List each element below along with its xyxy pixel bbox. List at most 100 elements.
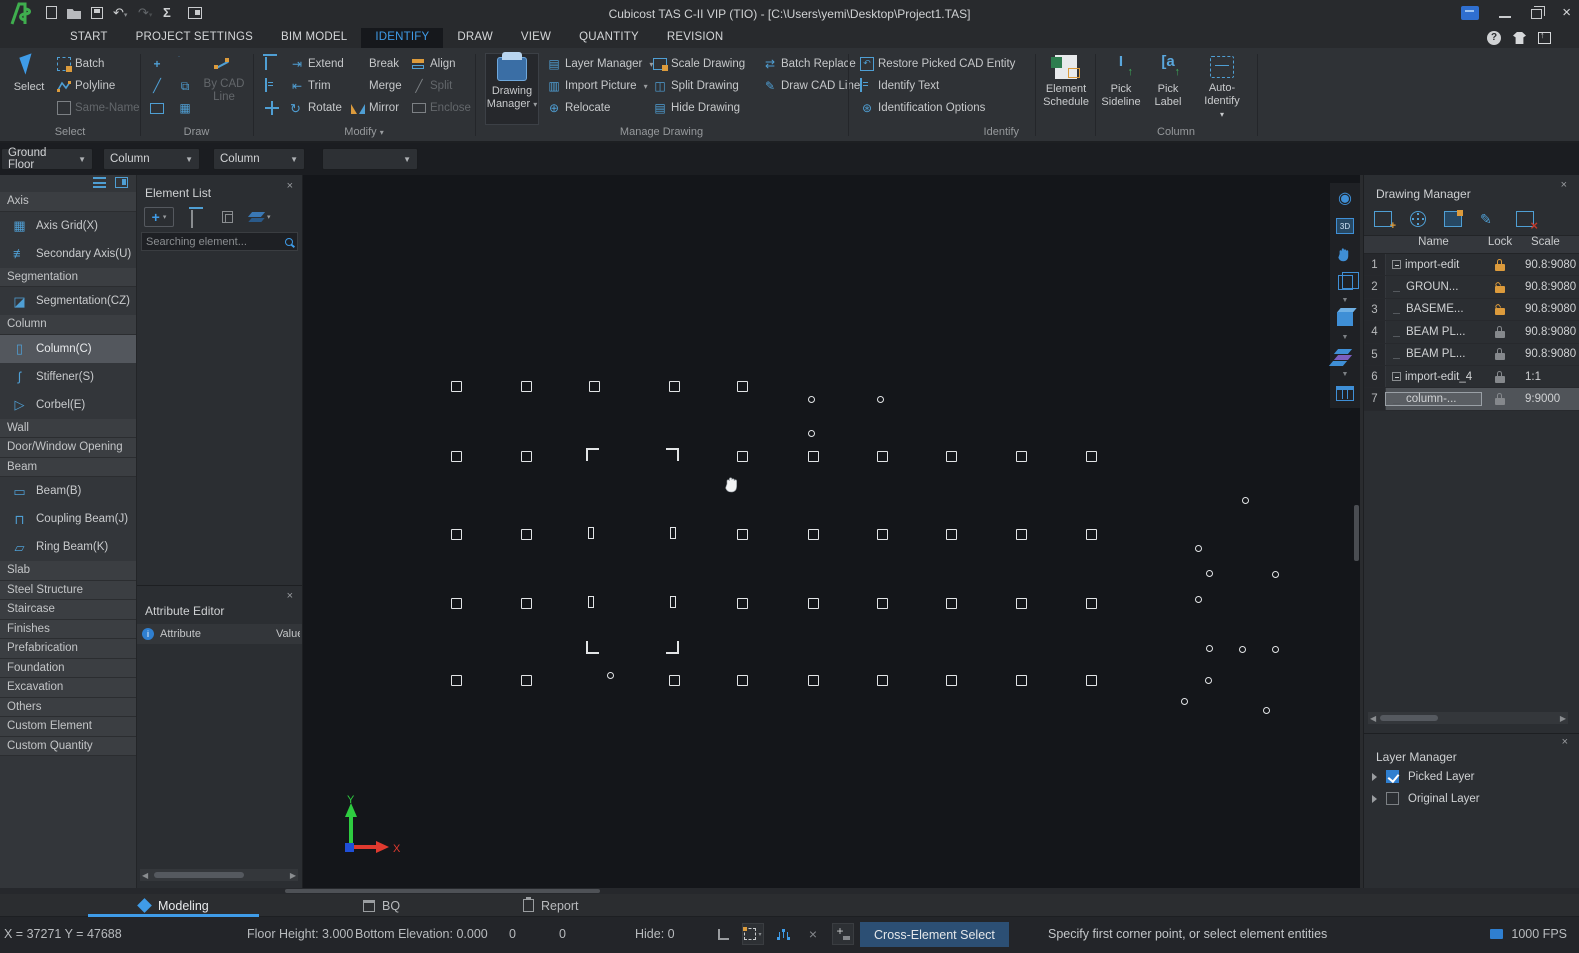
cad-column-square[interactable] (877, 598, 888, 609)
add-element-button[interactable]: +▾ (144, 207, 174, 227)
restore-icon[interactable] (1531, 9, 1542, 19)
cad-circle-mark[interactable] (1263, 707, 1270, 714)
drawing-name[interactable]: BEAM PL... (1386, 348, 1481, 360)
cad-circle-mark[interactable] (1239, 646, 1246, 653)
workspace-tab-bq[interactable]: BQ (363, 894, 400, 917)
cad-column-narrow[interactable] (670, 596, 676, 608)
unlock-icon[interactable] (1495, 285, 1505, 293)
align-button[interactable]: Align (412, 55, 456, 73)
pick-sideline-button[interactable]: I↑ Pick Sideline (1098, 53, 1144, 125)
category-header-steel-structure[interactable]: Steel Structure (0, 581, 136, 601)
list-view-icon[interactable] (93, 177, 106, 188)
layer-checkbox[interactable] (1386, 792, 1399, 805)
enclose-button[interactable]: Enclose (412, 99, 471, 117)
cad-column-square[interactable] (946, 675, 957, 686)
delete-element-icon[interactable] (191, 210, 205, 224)
floor-select[interactable]: Ground Floor▼ (1, 148, 93, 170)
cad-column-square[interactable] (451, 675, 462, 686)
cad-column-square[interactable] (1086, 598, 1097, 609)
sidebar-item-corbel-e-[interactable]: ▷Corbel(E) (0, 391, 136, 419)
cad-circle-mark[interactable] (1195, 545, 1202, 552)
cad-column-square[interactable] (1016, 675, 1027, 686)
drawing-row[interactable]: 2GROUN...90.8:9080 (1364, 276, 1579, 298)
scale-drawing-icon[interactable] (1444, 211, 1462, 227)
3d-view-icon[interactable]: 3D (1333, 214, 1357, 238)
cad-column-square[interactable] (877, 451, 888, 462)
selection-mode-icon[interactable]: ▾ (742, 923, 764, 945)
cad-circle-mark[interactable] (1242, 497, 1249, 504)
cad-column-square[interactable] (946, 529, 957, 540)
cad-column-square[interactable] (1086, 451, 1097, 462)
clear-selection-icon[interactable]: × (802, 923, 824, 945)
cad-corner-mark[interactable] (666, 448, 679, 461)
sidebar-item-secondary-axis-u-[interactable]: ≢Secondary Axis(U) (0, 240, 136, 268)
orbit-icon[interactable]: ◉ (1333, 186, 1357, 210)
category-header-wall[interactable]: Wall (0, 419, 136, 439)
category-header-prefabrication[interactable]: Prefabrication (0, 639, 136, 659)
cad-column-square[interactable] (1086, 675, 1097, 686)
import-picture-button[interactable]: ▥Import Picture (547, 77, 648, 95)
expand-arrow-icon[interactable] (1372, 795, 1377, 803)
category-header-beam[interactable]: Beam (0, 458, 136, 478)
cad-circle-mark[interactable] (808, 430, 815, 437)
cad-column-square[interactable] (1016, 529, 1027, 540)
lock-icon[interactable] (1495, 352, 1505, 360)
cad-column-square[interactable] (451, 381, 462, 392)
tab-bim-model[interactable]: BIM MODEL (267, 28, 361, 48)
locate-drawing-icon[interactable] (1410, 211, 1426, 227)
workspace-tab-report[interactable]: Report (523, 894, 579, 917)
cad-column-narrow[interactable] (588, 527, 594, 539)
drawing-manager-close-icon[interactable]: × (1561, 179, 1567, 191)
element-layers-icon[interactable]: ▾ (250, 211, 271, 223)
tab-draw[interactable]: DRAW (443, 28, 507, 48)
cad-column-square[interactable] (521, 529, 532, 540)
draw-parallel-icon[interactable]: ⧉ (178, 79, 192, 93)
drawing-name[interactable]: import-edit (1386, 259, 1481, 271)
sidebar-item-axis-grid-x-[interactable]: ▦Axis Grid(X) (0, 212, 136, 240)
trim-button[interactable]: ⇤Trim (290, 77, 331, 95)
draw-axis-icon[interactable]: ▦ (178, 101, 192, 115)
drawing-name[interactable]: GROUN... (1386, 281, 1481, 293)
mirror-button[interactable]: Mirror (351, 99, 399, 117)
drawing-canvas[interactable]: Y X (303, 175, 1360, 888)
sidebar-item-coupling-beam-j-[interactable]: ⊓Coupling Beam(J) (0, 505, 136, 533)
attribute-editor-close-icon[interactable]: × (287, 590, 293, 602)
category-header-foundation[interactable]: Foundation (0, 659, 136, 679)
cad-corner-mark[interactable] (586, 641, 599, 654)
tab-revision[interactable]: REVISION (653, 28, 738, 48)
delete-drawing-icon[interactable] (1516, 211, 1534, 227)
category-header-slab[interactable]: Slab (0, 561, 136, 581)
pan-hand-icon[interactable] (1333, 242, 1357, 266)
schedule-table-icon[interactable] (1333, 381, 1357, 405)
sidebar-item-stiffener-s-[interactable]: ʃStiffener(S) (0, 363, 136, 391)
draw-nodeline-icon[interactable] (214, 58, 230, 70)
cad-column-square[interactable] (521, 598, 532, 609)
category-header-staircase[interactable]: Staircase (0, 600, 136, 620)
unlock-icon[interactable] (1495, 307, 1505, 315)
expand-arrow-icon[interactable] (1372, 773, 1377, 781)
rename-drawing-icon[interactable] (1480, 211, 1498, 227)
merge-button[interactable]: Merge (351, 77, 402, 95)
break-button[interactable]: Break (351, 55, 399, 73)
rotate-button[interactable]: ↻Rotate (290, 99, 342, 117)
drawing-manager-button[interactable]: Drawing Manager (485, 53, 539, 125)
category-select[interactable]: Column▼ (103, 148, 200, 170)
layer-manager-button[interactable]: ▤Layer Manager (547, 55, 653, 73)
tab-start[interactable]: START (56, 28, 122, 48)
category-header-column[interactable]: Column (0, 315, 136, 335)
modify-group-label[interactable]: Modify (253, 126, 475, 138)
lock-icon[interactable] (1495, 397, 1505, 405)
category-header-custom-quantity[interactable]: Custom Quantity (0, 737, 136, 757)
name-column-header[interactable]: Name (1386, 236, 1481, 253)
cad-column-square[interactable] (808, 529, 819, 540)
cad-column-square[interactable] (737, 675, 748, 686)
cad-column-narrow[interactable] (670, 527, 676, 539)
layer-manager-close-icon[interactable]: × (1562, 736, 1568, 748)
cad-column-square[interactable] (808, 451, 819, 462)
cad-column-square[interactable] (808, 675, 819, 686)
hide-drawing-button[interactable]: ▤Hide Drawing (653, 99, 740, 117)
help-icon[interactable]: ? (1487, 31, 1501, 45)
scroll-left-icon[interactable]: ◀ (142, 871, 148, 880)
cad-column-square[interactable] (946, 598, 957, 609)
cad-column-square[interactable] (669, 675, 680, 686)
